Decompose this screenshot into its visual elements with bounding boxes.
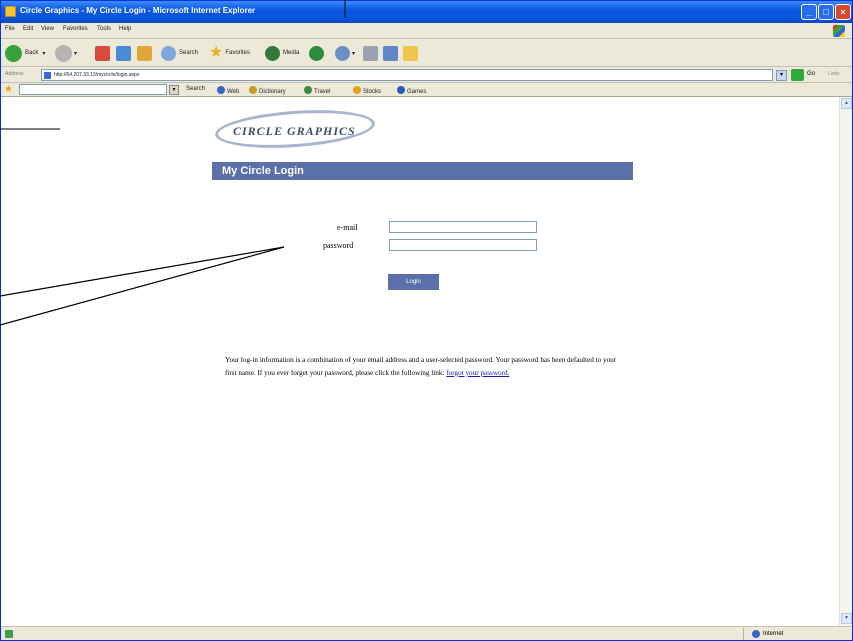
address-dropdown-button[interactable]: ▾ <box>776 70 787 81</box>
travel-link[interactable]: Travel <box>304 86 330 95</box>
address-field[interactable]: http://64.207.33.13/mycircle/login.aspx <box>41 69 773 81</box>
ie-page-icon <box>5 6 16 17</box>
page-done-icon <box>5 630 13 638</box>
star-icon: ★ <box>209 44 224 61</box>
printer-icon <box>363 45 378 61</box>
home-icon <box>137 45 152 61</box>
toolbar-search-button[interactable]: Search <box>186 86 205 92</box>
scroll-down-icon[interactable]: ▼ <box>841 613 852 624</box>
mail-icon <box>335 45 350 61</box>
menu-tools[interactable]: Tools <box>97 26 111 32</box>
maximize-button[interactable]: □ <box>818 4 834 20</box>
search-button[interactable]: Search <box>161 44 198 62</box>
web-link[interactable]: Web <box>217 86 239 95</box>
print-button[interactable] <box>363 44 378 62</box>
history-icon <box>309 45 324 61</box>
password-field[interactable] <box>389 239 537 251</box>
mail-button[interactable]: ▾ <box>335 44 355 62</box>
media-label: Media <box>283 50 300 56</box>
menu-view[interactable]: View <box>41 26 54 32</box>
favorites-label: Favorites <box>225 50 251 56</box>
travel-icon <box>304 86 312 94</box>
globe-icon <box>752 630 760 638</box>
vertical-scrollbar[interactable]: ▲ ▼ <box>839 97 852 626</box>
games-link[interactable]: Games <box>397 86 426 95</box>
menu-favorites[interactable]: Favorites <box>63 26 88 32</box>
back-button[interactable]: Back ▾ <box>5 44 45 62</box>
media-icon <box>265 45 280 61</box>
login-button[interactable]: Login <box>388 274 439 290</box>
forward-button[interactable]: ▾ <box>55 44 77 62</box>
refresh-icon <box>116 45 131 61</box>
go-button[interactable]: Go <box>807 71 815 77</box>
magnifier-icon <box>161 45 176 61</box>
stocks-icon <box>353 86 361 94</box>
address-bar: Address http://64.207.33.13/mycircle/log… <box>1 67 852 83</box>
dictionary-icon <box>249 86 257 94</box>
edit-button[interactable] <box>383 44 398 62</box>
circle-graphics-logo: CIRCLE GRAPHICS <box>213 105 377 153</box>
browser-window: Circle Graphics - My Circle Login - Micr… <box>0 0 853 641</box>
scroll-up-icon[interactable]: ▲ <box>841 98 852 109</box>
close-button[interactable]: × <box>835 4 851 20</box>
title-bar: Circle Graphics - My Circle Login - Micr… <box>1 1 852 23</box>
folder-button[interactable] <box>403 44 418 62</box>
standard-toolbar: Back ▾ ▾ Search ★ Favorites Media ▾ <box>1 39 852 67</box>
logo-text: CIRCLE GRAPHICS <box>233 124 356 138</box>
go-arrow-icon[interactable] <box>791 69 804 81</box>
history-button[interactable] <box>309 44 324 62</box>
forward-arrow-icon <box>55 44 72 62</box>
menu-help[interactable]: Help <box>119 26 131 32</box>
search-label: Search <box>179 50 199 56</box>
forgot-password-link[interactable]: forgot your password. <box>446 369 509 377</box>
email-label: e-mail <box>337 223 358 232</box>
address-label: Address <box>5 71 24 77</box>
menu-edit[interactable]: Edit <box>23 26 33 32</box>
status-bar: Internet <box>1 626 852 640</box>
windows-logo-icon <box>833 25 845 37</box>
search-dropdown-button[interactable]: ▾ <box>169 85 179 95</box>
edit-icon <box>383 45 398 61</box>
dictionary-link[interactable]: Dictionary <box>249 86 286 95</box>
zone-label: Internet <box>763 631 784 637</box>
menu-bar: File Edit View Favorites Tools Help <box>1 23 852 39</box>
home-button[interactable] <box>137 44 152 62</box>
minimize-button[interactable]: _ <box>801 4 817 20</box>
media-button[interactable]: Media <box>265 44 299 62</box>
web-icon <box>217 86 225 94</box>
links-label[interactable]: Links <box>828 71 840 77</box>
stop-button[interactable] <box>95 44 110 62</box>
login-header-title: My Circle Login <box>222 165 304 177</box>
security-zone-panel: Internet <box>743 628 848 640</box>
stocks-link[interactable]: Stocks <box>353 86 381 95</box>
email-field[interactable] <box>389 221 537 233</box>
window-title: Circle Graphics - My Circle Login - Micr… <box>20 6 256 15</box>
stop-icon <box>95 45 110 61</box>
toolbar-search-input[interactable] <box>19 84 167 95</box>
refresh-button[interactable] <box>116 44 131 62</box>
login-info-text: Your log-in information is a combination… <box>225 354 625 379</box>
back-label: Back <box>25 50 39 56</box>
favorites-button[interactable]: ★ Favorites <box>209 44 250 62</box>
login-header-bar: My Circle Login <box>212 162 633 180</box>
folder-icon <box>403 45 418 61</box>
games-icon <box>397 86 405 94</box>
address-url: http://64.207.33.13/mycircle/login.aspx <box>54 72 140 78</box>
page-viewport: CIRCLE GRAPHICS My Circle Login e-mail p… <box>1 97 839 626</box>
page-icon <box>44 72 51 79</box>
search-links-bar: ★ ▾ Search Web Dictionary Travel Stocks … <box>1 83 852 97</box>
menu-file[interactable]: File <box>5 26 15 32</box>
star-icon: ★ <box>4 84 13 95</box>
password-label: password <box>323 241 354 250</box>
info-paragraph: Your log-in information is a combination… <box>225 356 617 377</box>
back-arrow-icon <box>5 44 22 62</box>
